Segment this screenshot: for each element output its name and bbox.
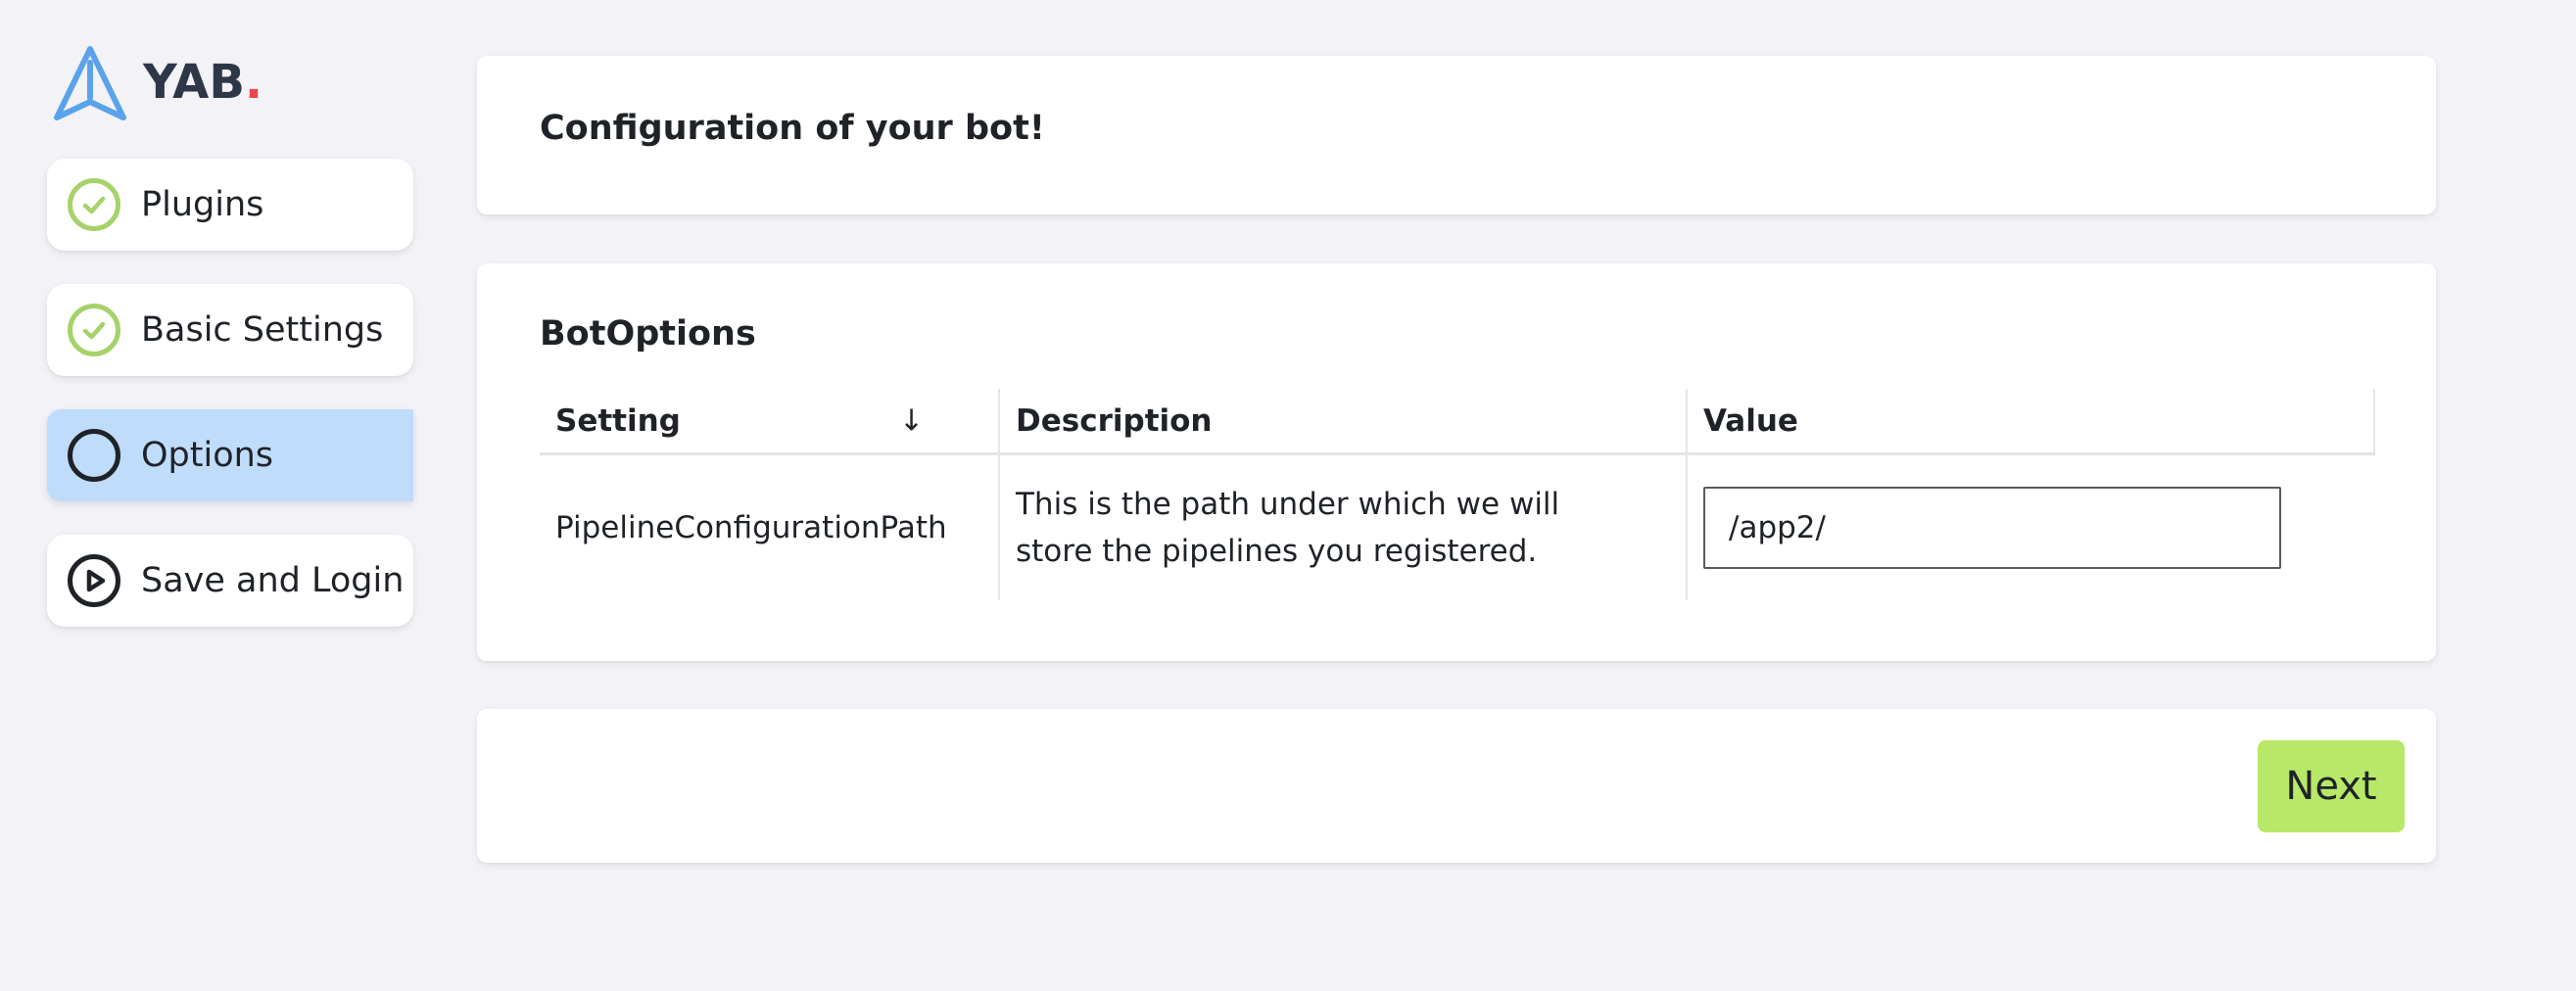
- sidebar-step-basic-settings[interactable]: Basic Settings: [47, 284, 413, 376]
- sidebar-step-plugins[interactable]: Plugins: [47, 159, 413, 251]
- setup-wizard-page: YAB. Plugins Basic Settings Options Save…: [0, 0, 2576, 991]
- sidebar-step-label: Basic Settings: [141, 310, 384, 350]
- setting-value-input[interactable]: [1703, 487, 2281, 569]
- sort-arrow-icon[interactable]: ↓: [899, 403, 924, 438]
- column-header-value: Value: [1688, 389, 2375, 452]
- column-header-description: Description: [1000, 389, 1688, 452]
- column-header-label: Setting: [555, 402, 681, 439]
- table-header: Setting ↓ Description Value: [540, 389, 2375, 455]
- logo-icon: [54, 46, 126, 120]
- play-circle-icon: [67, 553, 121, 608]
- logo-text: YAB.: [143, 59, 262, 106]
- footer-card: Next: [477, 709, 2436, 863]
- section-title: BotOptions: [540, 314, 756, 354]
- logo-dot: .: [244, 55, 263, 110]
- sidebar-step-label: Save and Login: [141, 561, 405, 600]
- description-cell: This is the path under which we will sto…: [1000, 455, 1688, 600]
- table-row: PipelineConfigurationPath This is the pa…: [540, 455, 2375, 600]
- column-header-label: Value: [1703, 402, 1798, 439]
- empty-circle-icon: [67, 428, 121, 483]
- check-circle-icon: [67, 303, 121, 357]
- logo-wordmark: YAB: [143, 55, 245, 110]
- app-logo: YAB.: [51, 43, 262, 121]
- sidebar-step-options[interactable]: Options: [47, 409, 413, 501]
- options-table: Setting ↓ Description Value PipelineConf…: [540, 389, 2375, 600]
- column-header-setting[interactable]: Setting ↓: [540, 389, 1000, 452]
- sidebar-step-label: Options: [141, 436, 274, 475]
- setting-name: PipelineConfigurationPath: [555, 510, 947, 545]
- sidebar-step-save-and-login[interactable]: Save and Login: [47, 535, 413, 627]
- next-button[interactable]: Next: [2258, 740, 2405, 832]
- page-title: Configuration of your bot!: [540, 109, 1045, 148]
- options-card: BotOptions Setting ↓ Description Value P…: [477, 263, 2436, 661]
- header-card: Configuration of your bot!: [477, 56, 2436, 214]
- setting-description: This is the path under which we will sto…: [1016, 487, 1560, 569]
- column-header-label: Description: [1016, 402, 1213, 439]
- check-circle-icon: [67, 177, 121, 232]
- sidebar-step-label: Plugins: [141, 185, 264, 224]
- setting-cell: PipelineConfigurationPath: [540, 455, 1000, 600]
- value-cell: [1688, 455, 2375, 600]
